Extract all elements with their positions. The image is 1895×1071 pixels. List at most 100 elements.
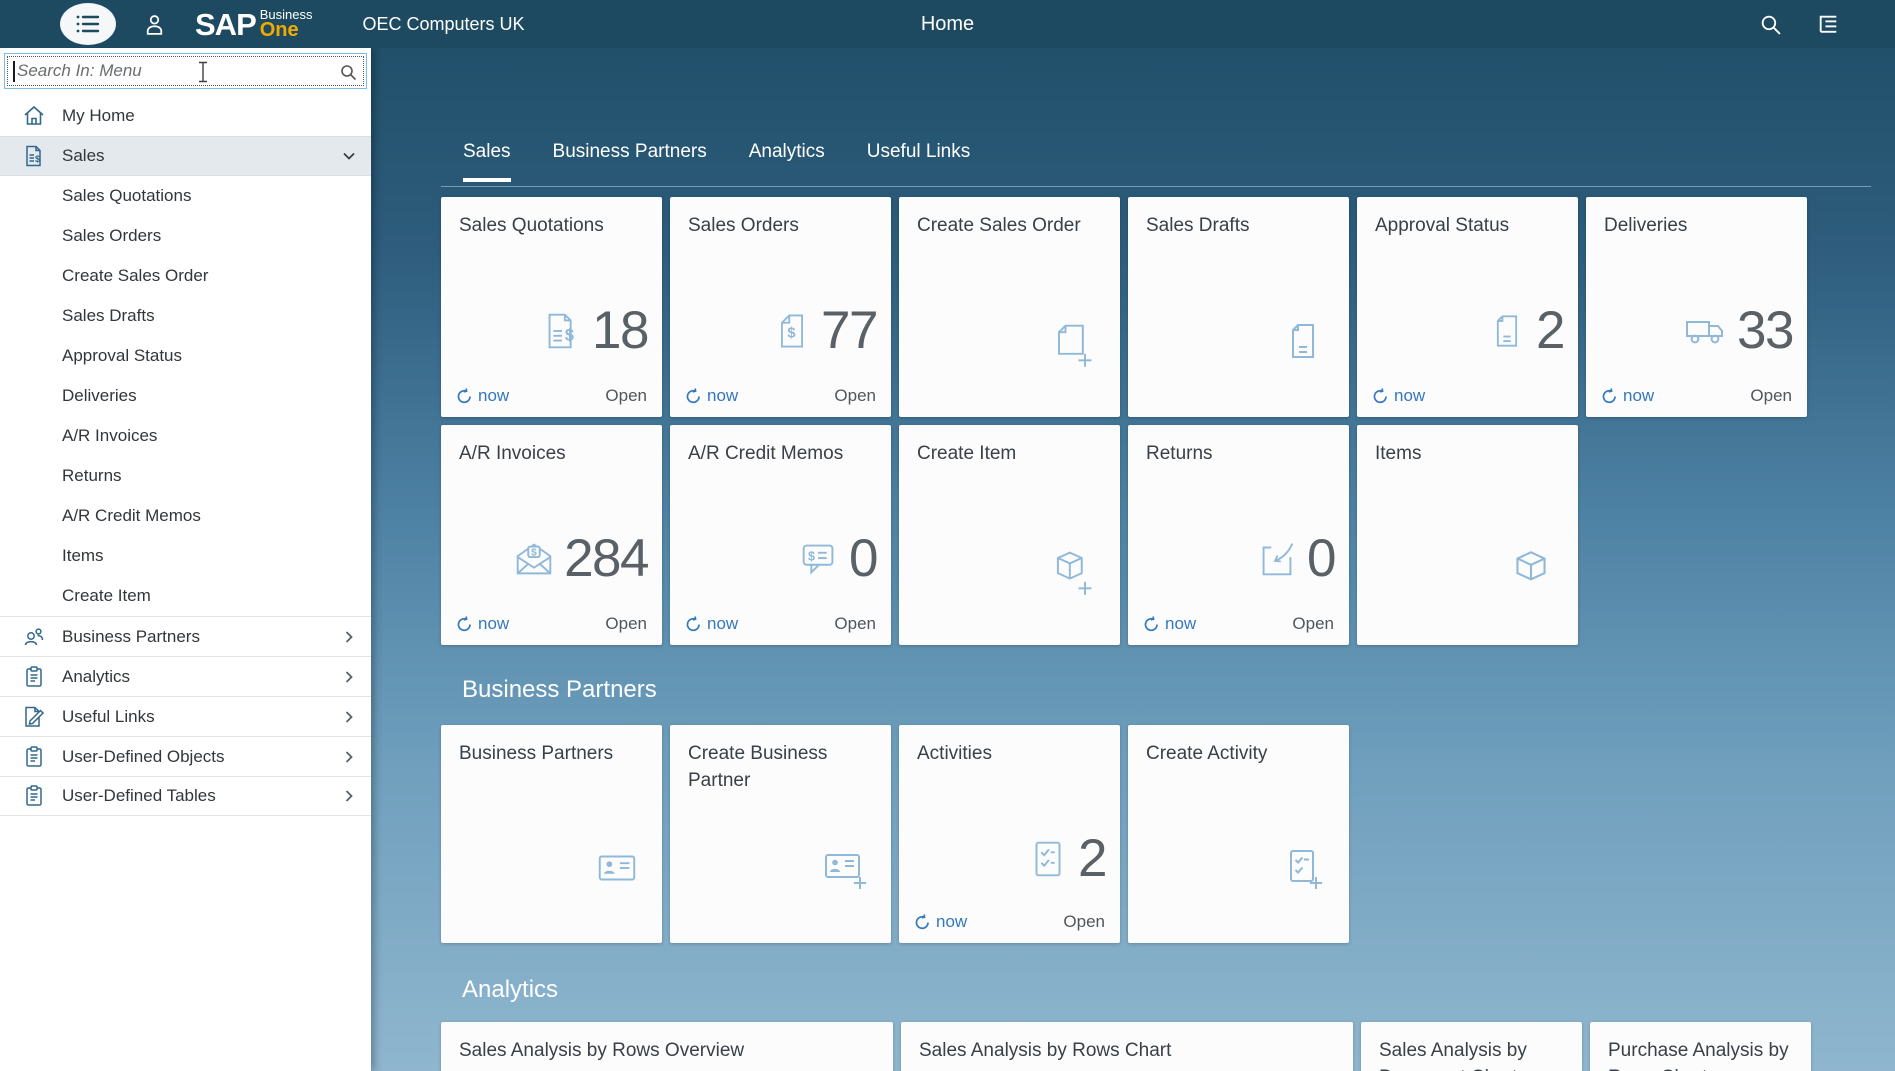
open-link[interactable]: Open bbox=[605, 386, 647, 406]
tile-count: 0 bbox=[1307, 531, 1335, 587]
sidebar-item-ar-credit-memos[interactable]: A/R Credit Memos bbox=[0, 496, 371, 536]
chevron-right-icon bbox=[341, 788, 357, 804]
tile-sales-orders[interactable]: Sales Orders $ 77 now Open bbox=[670, 197, 891, 417]
tile-ar-credit-memos[interactable]: A/R Credit Memos $ 0 now Open bbox=[670, 425, 891, 645]
quick-links-button[interactable] bbox=[1816, 12, 1841, 37]
sidebar-item-approval-status[interactable]: Approval Status bbox=[0, 336, 371, 376]
tile-create-activity[interactable]: Create Activity bbox=[1128, 725, 1349, 943]
sidebar-item-business-partners[interactable]: Business Partners bbox=[0, 616, 371, 656]
tab-business-partners[interactable]: Business Partners bbox=[553, 139, 707, 182]
sidebar-item-my-home[interactable]: My Home bbox=[0, 96, 371, 136]
sidebar-item-returns[interactable]: Returns bbox=[0, 456, 371, 496]
logo-sap-text: SAP bbox=[195, 9, 256, 40]
contact-card-icon bbox=[594, 845, 640, 891]
refresh-now-button[interactable]: now bbox=[1143, 614, 1196, 634]
tile-sales-drafts[interactable]: Sales Drafts bbox=[1128, 197, 1349, 417]
refresh-now-button[interactable]: now bbox=[456, 386, 509, 406]
chevron-right-icon bbox=[341, 709, 357, 725]
tile-ar-invoices[interactable]: A/R Invoices $ 284 now Open bbox=[441, 425, 662, 645]
tab-sales[interactable]: Sales bbox=[463, 139, 511, 182]
quick-links-icon bbox=[1816, 12, 1841, 37]
tab-useful-links[interactable]: Useful Links bbox=[867, 139, 971, 182]
refresh-now-button[interactable]: now bbox=[1372, 386, 1425, 406]
contact-card-plus-icon bbox=[821, 845, 869, 893]
tile-returns[interactable]: Returns 0 now Open bbox=[1128, 425, 1349, 645]
tile-create-sales-order[interactable]: Create Sales Order bbox=[899, 197, 1120, 417]
text-caret bbox=[13, 61, 15, 82]
refresh-icon bbox=[1372, 388, 1389, 405]
home-tab-strip: Sales Business Partners Analytics Useful… bbox=[463, 139, 970, 182]
open-link[interactable]: Open bbox=[605, 614, 647, 634]
sidebar-item-sales-orders[interactable]: Sales Orders bbox=[0, 216, 371, 256]
open-link[interactable]: Open bbox=[1750, 386, 1792, 406]
text-cursor bbox=[197, 61, 209, 83]
sap-business-one-logo: SAP Business One bbox=[195, 8, 313, 40]
clipboard-icon bbox=[20, 783, 48, 809]
menu-search-box[interactable] bbox=[4, 53, 367, 89]
open-link[interactable]: Open bbox=[1292, 614, 1334, 634]
tile-title: Sales Drafts bbox=[1146, 212, 1337, 239]
tile-count: 284 bbox=[564, 531, 648, 587]
refresh-now-button[interactable]: now bbox=[1601, 386, 1654, 406]
svg-text:$: $ bbox=[35, 154, 40, 164]
tile-sales-analysis-rows-overview[interactable]: Sales Analysis by Rows Overview Sales YT… bbox=[441, 1022, 893, 1071]
open-link[interactable]: Open bbox=[1063, 912, 1105, 932]
tile-count: 0 bbox=[849, 531, 877, 587]
bubble-dollar-icon: $ bbox=[796, 536, 842, 582]
sidebar-item-ar-invoices[interactable]: A/R Invoices bbox=[0, 416, 371, 456]
user-button[interactable] bbox=[142, 12, 167, 37]
refresh-now-button[interactable]: now bbox=[685, 386, 738, 406]
sidebar-item-create-item[interactable]: Create Item bbox=[0, 576, 371, 616]
sidebar-item-create-sales-order[interactable]: Create Sales Order bbox=[0, 256, 371, 296]
menu-search-input[interactable] bbox=[5, 54, 366, 88]
chevron-down-icon bbox=[341, 148, 357, 164]
sidebar-item-sales-drafts[interactable]: Sales Drafts bbox=[0, 296, 371, 336]
tile-business-partners[interactable]: Business Partners bbox=[441, 725, 662, 943]
tile-deliveries[interactable]: Deliveries 33 now Open bbox=[1586, 197, 1807, 417]
analytics-tiles-row: Sales Analysis by Rows Overview Sales YT… bbox=[441, 1022, 1811, 1071]
sidebar-item-user-defined-objects[interactable]: User-Defined Objects bbox=[0, 736, 371, 776]
tile-title: Sales Analysis by Rows Chart bbox=[919, 1037, 1341, 1064]
sidebar-item-sales[interactable]: $ Sales bbox=[0, 136, 371, 176]
refresh-now-button[interactable]: now bbox=[914, 912, 967, 932]
hamburger-menu-button[interactable] bbox=[60, 3, 116, 45]
tile-approval-status[interactable]: Approval Status 2 now bbox=[1357, 197, 1578, 417]
refresh-now-button[interactable]: now bbox=[685, 614, 738, 634]
tile-activities[interactable]: Activities 2 now Open bbox=[899, 725, 1120, 943]
tile-create-item[interactable]: Create Item bbox=[899, 425, 1120, 645]
tile-title: Activities bbox=[917, 740, 1108, 767]
box-arrow-icon bbox=[1254, 536, 1300, 582]
tile-sales-analysis-rows-chart[interactable]: Sales Analysis by Rows Chart Last 12 Mon… bbox=[901, 1022, 1353, 1071]
sidebar-item-sales-quotations[interactable]: Sales Quotations bbox=[0, 176, 371, 216]
sidebar-item-items[interactable]: Items bbox=[0, 536, 371, 576]
sales-document-icon: $ bbox=[20, 143, 48, 169]
tab-analytics[interactable]: Analytics bbox=[749, 139, 825, 182]
tile-create-business-partner[interactable]: Create Business Partner bbox=[670, 725, 891, 943]
tile-title: Create Activity bbox=[1146, 740, 1337, 767]
tile-purchase-analysis-rows-chart[interactable]: Purchase Analysis by Rows Chart bbox=[1590, 1022, 1811, 1071]
open-link[interactable]: Open bbox=[834, 386, 876, 406]
document-dollar-icon: $ bbox=[770, 309, 814, 353]
sidebar-item-user-defined-tables[interactable]: User-Defined Tables bbox=[0, 776, 371, 816]
open-link[interactable]: Open bbox=[834, 614, 876, 634]
chevron-right-icon bbox=[341, 629, 357, 645]
sidebar-item-useful-links[interactable]: Useful Links bbox=[0, 696, 371, 736]
logo-one-text: One bbox=[260, 21, 313, 40]
tile-sales-quotations[interactable]: Sales Quotations $ 18 now Open bbox=[441, 197, 662, 417]
refresh-icon bbox=[1601, 388, 1618, 405]
document-lines-icon bbox=[1485, 309, 1529, 353]
sidebar-item-deliveries[interactable]: Deliveries bbox=[0, 376, 371, 416]
svg-text:$: $ bbox=[787, 325, 795, 341]
tile-items[interactable]: Items bbox=[1357, 425, 1578, 645]
business-partners-tiles-row: Business Partners Create Business Partne… bbox=[441, 725, 1349, 943]
tile-title: A/R Invoices bbox=[459, 440, 650, 467]
checklist-plus-icon bbox=[1279, 845, 1327, 893]
refresh-now-button[interactable]: now bbox=[456, 614, 509, 634]
tile-count: 2 bbox=[1078, 831, 1106, 887]
tile-sales-analysis-document-chart[interactable]: Sales Analysis by Document Chart bbox=[1361, 1022, 1582, 1071]
envelope-dollar-icon: $ bbox=[511, 536, 557, 582]
sidebar-item-analytics[interactable]: Analytics bbox=[0, 656, 371, 696]
search-button[interactable] bbox=[1759, 13, 1782, 36]
search-icon[interactable] bbox=[339, 63, 357, 81]
tile-count: 18 bbox=[592, 303, 648, 359]
